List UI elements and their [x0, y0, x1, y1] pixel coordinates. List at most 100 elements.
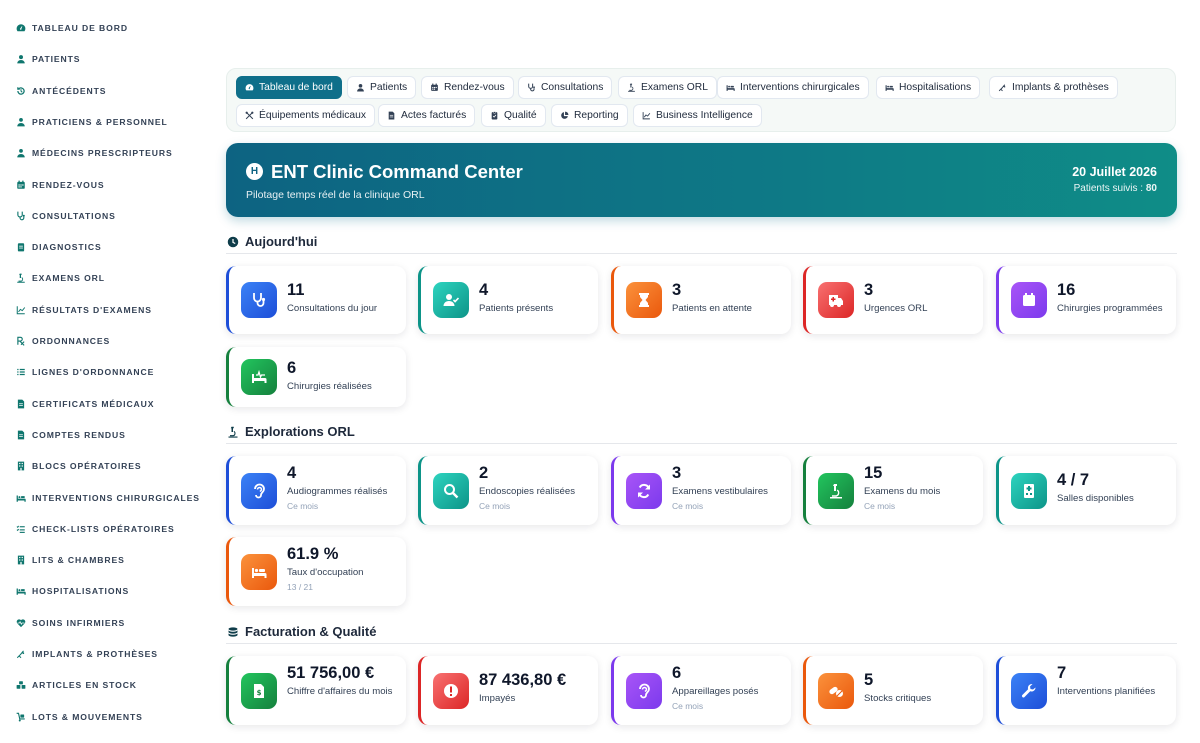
kpi-label: Appareillages posés	[672, 686, 759, 697]
doctor-icon	[16, 148, 26, 158]
kpi-card[interactable]: 2 Endoscopies réalisées Ce mois	[418, 456, 598, 525]
kpi-card[interactable]: 15 Examens du mois Ce mois	[803, 456, 983, 525]
sidebar-item-label: CHECK-LISTS OPÉRATOIRES	[32, 523, 175, 534]
kpi-label: Impayés	[479, 693, 516, 704]
kpi-card[interactable]: 6 Appareillages posés Ce mois	[611, 656, 791, 725]
nav-tab-label: Rendez-vous	[444, 82, 505, 93]
sidebar-item[interactable]: DIAGNOSTICS	[16, 239, 102, 255]
sidebar-item[interactable]: PATIENTS	[16, 51, 80, 67]
kpi-card[interactable]: 6 Chirurgies réalisées	[226, 347, 406, 407]
clock-icon	[227, 235, 239, 248]
sync-icon	[626, 473, 662, 509]
sidebar-item-label: DIAGNOSTICS	[32, 242, 102, 253]
sidebar-item-label: LITS & CHAMBRES	[32, 555, 125, 566]
kpi-label: Audiogrammes réalisés	[287, 486, 388, 497]
building-icon	[16, 461, 26, 471]
kpi-card[interactable]: 5 Stocks critiques	[803, 656, 983, 725]
sidebar-item[interactable]: LOTS & MOUVEMENTS	[16, 709, 143, 725]
nav-tab[interactable]: Rendez-vous	[421, 76, 514, 99]
sidebar-item[interactable]: RÉSULTATS D'EXAMENS	[16, 302, 152, 318]
sidebar-item[interactable]: LIGNES D'ORDONNANCE	[16, 364, 154, 380]
sidebar-item[interactable]: RENDEZ-VOUS	[16, 177, 104, 193]
sidebar-item[interactable]: BLOCS OPÉRATOIRES	[16, 458, 142, 474]
sidebar-item[interactable]: PRATICIENS & PERSONNEL	[16, 114, 168, 130]
file-icon	[16, 399, 26, 409]
kpi-card[interactable]: 3 Urgences ORL	[803, 266, 983, 334]
kpi-card[interactable]: 4 Audiogrammes réalisés Ce mois	[226, 456, 406, 525]
sidebar-item-label: ANTÉCÉDENTS	[32, 85, 107, 96]
hospital-logo-icon: H	[246, 163, 263, 180]
kpi-card[interactable]: 3 Examens vestibulaires Ce mois	[611, 456, 791, 525]
sidebar-item[interactable]: ORDONNANCES	[16, 333, 110, 349]
kpi-card[interactable]: 11 Consultations du jour	[226, 266, 406, 334]
nav-tab[interactable]: Actes facturés	[378, 104, 476, 127]
nav-tab[interactable]: Qualité	[481, 104, 546, 127]
nav-tab[interactable]: Business Intelligence	[633, 104, 762, 127]
sidebar-item[interactable]: IMPLANTS & PROTHÈSES	[16, 646, 158, 662]
nav-tab[interactable]: Interventions chirurgicales	[717, 76, 869, 99]
kpi-value: 4	[287, 464, 297, 482]
sidebar-item[interactable]: LITS & CHAMBRES	[16, 552, 125, 568]
page-subtitle: Pilotage temps réel de la clinique ORL	[246, 189, 425, 201]
kpi-label: Examens vestibulaires	[672, 486, 768, 497]
kpi-note: Ce mois	[672, 701, 704, 711]
sidebar-item[interactable]: ARTICLES EN STOCK	[16, 677, 137, 693]
nav-tab-label: Examens ORL	[641, 82, 708, 93]
kpi-note: Ce mois	[287, 501, 319, 511]
sidebar-item[interactable]: HOSPITALISATIONS	[16, 583, 129, 599]
hourglass-icon	[626, 282, 662, 318]
kpi-label: Chirurgies réalisées	[287, 381, 372, 392]
nav-tab[interactable]: Implants & prothèses	[989, 76, 1118, 99]
kpi-value: 51 756,00 €	[287, 664, 375, 682]
kpi-card[interactable]: 3 Patients en attente	[611, 266, 791, 334]
sidebar-item[interactable]: TABLEAU DE BORD	[16, 20, 128, 36]
hospital-icon	[1011, 473, 1047, 509]
nav-tab[interactable]: Tableau de bord	[236, 76, 342, 99]
kpi-card[interactable]: 4 / 7 Salles disponibles	[996, 456, 1176, 525]
sidebar-item[interactable]: ANTÉCÉDENTS	[16, 83, 106, 99]
kpi-card[interactable]: 61.9 % Taux d'occupation 13 / 21	[226, 537, 406, 606]
sidebar-item[interactable]: EXAMENS ORL	[16, 270, 105, 286]
kpi-value: 6	[672, 664, 682, 682]
kpi-value: 4	[479, 281, 489, 299]
kpi-card[interactable]: $51 756,00 € Chiffre d'affaires du mois	[226, 656, 406, 725]
page-title: ENT Clinic Command Center	[271, 161, 523, 182]
nav-tab[interactable]: Équipements médicaux	[236, 104, 376, 127]
chart-line-icon	[16, 305, 26, 315]
kpi-label: Taux d'occupation	[287, 567, 364, 578]
nav-tab-label: Interventions chirurgicales	[740, 82, 860, 93]
sidebar-item[interactable]: SOINS INFIRMIERS	[16, 615, 125, 631]
sidebar-item[interactable]: CONSULTATIONS	[16, 208, 116, 224]
building-icon	[16, 555, 26, 565]
sidebar-item[interactable]: CHECK-LISTS OPÉRATOIRES	[16, 521, 175, 537]
sidebar: TABLEAU DE BORD PATIENTS ANTÉCÉDENTS PRATIC…	[0, 0, 210, 743]
kpi-value: 5	[864, 671, 874, 689]
pills-icon	[818, 673, 854, 709]
section-header: Explorations ORL	[226, 424, 1177, 444]
microscope-icon	[818, 473, 854, 509]
kpi-card[interactable]: 16 Chirurgies programmées	[996, 266, 1176, 334]
nav-tab[interactable]: Reporting	[551, 104, 628, 127]
sidebar-item[interactable]: CERTIFICATS MÉDICAUX	[16, 396, 154, 412]
nav-tab-label: Équipements médicaux	[259, 110, 367, 121]
section-title: Explorations ORL	[245, 424, 355, 439]
kpi-card[interactable]: 7 Interventions planifiées	[996, 656, 1176, 725]
sidebar-item-label: SOINS INFIRMIERS	[32, 617, 126, 628]
history-icon	[16, 86, 26, 96]
nav-tab[interactable]: Consultations	[518, 76, 613, 99]
sidebar-item[interactable]: COMPTES RENDUS	[16, 427, 126, 443]
kpi-card[interactable]: 87 436,80 € Impayés	[418, 656, 598, 725]
microscope-icon	[227, 425, 239, 438]
sidebar-item-label: HOSPITALISATIONS	[32, 586, 130, 597]
kpi-value: 6	[287, 359, 297, 377]
nav-tab[interactable]: Hospitalisations	[876, 76, 981, 99]
kpi-label: Consultations du jour	[287, 303, 378, 314]
sidebar-item[interactable]: INTERVENTIONS CHIRURGICALES	[16, 490, 200, 506]
nav-tab[interactable]: Examens ORL	[618, 76, 717, 99]
sidebar-item-label: LOTS & MOUVEMENTS	[32, 711, 143, 722]
kpi-card[interactable]: 4 Patients présents	[418, 266, 598, 334]
ear-icon	[241, 473, 277, 509]
sidebar-item[interactable]: MÉDECINS PRESCRIPTEURS	[16, 145, 173, 161]
kpi-label: Endoscopies réalisées	[479, 486, 575, 497]
nav-tab[interactable]: Patients	[347, 76, 417, 99]
